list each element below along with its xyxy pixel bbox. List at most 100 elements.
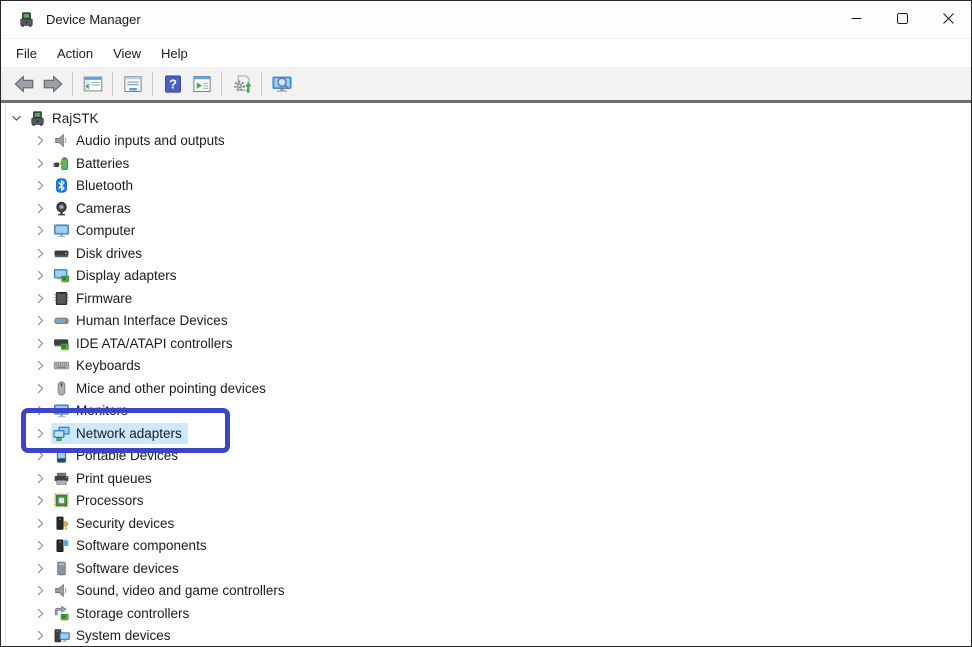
tree-item-software-devices[interactable]: Software devices bbox=[1, 557, 971, 580]
tree-item-processors[interactable]: Processors bbox=[1, 490, 971, 513]
tree-item-content: IDE ATA/ATAPI controllers bbox=[51, 333, 239, 354]
chevron-right-icon[interactable] bbox=[34, 493, 47, 509]
toolbar-help-button[interactable]: ? bbox=[159, 71, 186, 97]
tree-item-sound-video-and-game-controllers[interactable]: Sound, video and game controllers bbox=[1, 580, 971, 603]
tree-item-keyboards[interactable]: Keyboards bbox=[1, 355, 971, 378]
tree-item-content: Software components bbox=[51, 535, 213, 556]
chevron-right-icon[interactable] bbox=[34, 515, 47, 531]
tree-item-portable-devices[interactable]: Portable Devices bbox=[1, 445, 971, 468]
maximize-button[interactable] bbox=[879, 1, 925, 38]
disk-icon bbox=[53, 245, 70, 262]
toolbar-scan-hardware-changes-button[interactable] bbox=[228, 71, 255, 97]
tree-item-label: System devices bbox=[76, 628, 171, 643]
tree-item-content: Processors bbox=[51, 490, 150, 511]
tree-item-label: Bluetooth bbox=[76, 178, 133, 193]
tree-item-content: RajSTK bbox=[27, 108, 105, 129]
tree-item-storage-controllers[interactable]: Storage controllers bbox=[1, 602, 971, 625]
tree-item-content: Storage controllers bbox=[51, 603, 195, 624]
chevron-right-icon[interactable] bbox=[34, 155, 47, 171]
device-manager-icon bbox=[18, 11, 35, 28]
chevron-right-icon[interactable] bbox=[34, 223, 47, 239]
camera-icon bbox=[53, 200, 70, 217]
chevron-right-icon[interactable] bbox=[34, 538, 47, 554]
tree-item-content: Mice and other pointing devices bbox=[51, 378, 272, 399]
tree-item-software-components[interactable]: Software components bbox=[1, 535, 971, 558]
display-adapter-icon bbox=[53, 267, 70, 284]
chevron-right-icon[interactable] bbox=[34, 560, 47, 576]
tree-item-label: Network adapters bbox=[76, 426, 182, 441]
tree-item-mice-and-other-pointing-devices[interactable]: Mice and other pointing devices bbox=[1, 377, 971, 400]
tree-item-ide-ata-atapi-controllers[interactable]: IDE ATA/ATAPI controllers bbox=[1, 332, 971, 355]
menu-action[interactable]: Action bbox=[47, 43, 103, 64]
toolbar-back-button[interactable] bbox=[10, 71, 37, 97]
minimize-button[interactable] bbox=[833, 1, 879, 38]
tree-item-cameras[interactable]: Cameras bbox=[1, 197, 971, 220]
maximize-icon bbox=[897, 12, 908, 27]
chevron-right-icon[interactable] bbox=[34, 380, 47, 396]
toolbar-show-action-pane-button[interactable] bbox=[188, 71, 215, 97]
tree-item-label: Keyboards bbox=[76, 358, 141, 373]
ide-icon bbox=[53, 335, 70, 352]
keyboard-icon bbox=[53, 357, 70, 374]
tree-item-content: Software devices bbox=[51, 558, 185, 579]
menu-view[interactable]: View bbox=[103, 43, 151, 64]
tree-item-label: Computer bbox=[76, 223, 135, 238]
audio-icon bbox=[53, 132, 70, 149]
chevron-right-icon[interactable] bbox=[34, 403, 47, 419]
tree-item-content: Security devices bbox=[51, 513, 180, 534]
tree-item-content: Human Interface Devices bbox=[51, 310, 234, 331]
toolbar-separator bbox=[152, 72, 153, 96]
tree-item-label: Audio inputs and outputs bbox=[76, 133, 225, 148]
chevron-right-icon[interactable] bbox=[34, 245, 47, 261]
tree-item-batteries[interactable]: Batteries bbox=[1, 152, 971, 175]
tree-item-label: Firmware bbox=[76, 291, 132, 306]
tree-item-bluetooth[interactable]: Bluetooth bbox=[1, 175, 971, 198]
tree-item-label: Sound, video and game controllers bbox=[76, 583, 285, 598]
hid-icon bbox=[53, 312, 70, 329]
menu-help[interactable]: Help bbox=[151, 43, 198, 64]
tree-item-label: Human Interface Devices bbox=[76, 313, 228, 328]
tree-item-disk-drives[interactable]: Disk drives bbox=[1, 242, 971, 265]
toolbar-show-console-tree-button[interactable] bbox=[79, 71, 106, 97]
toolbar-device-search-button[interactable] bbox=[268, 71, 295, 97]
chevron-down-icon[interactable] bbox=[10, 110, 23, 126]
tree-item-security-devices[interactable]: Security devices bbox=[1, 512, 971, 535]
close-button[interactable] bbox=[925, 1, 971, 38]
toolbar-forward-button[interactable] bbox=[39, 71, 66, 97]
menu-file[interactable]: File bbox=[6, 43, 47, 64]
tree-item-computer[interactable]: Computer bbox=[1, 220, 971, 243]
chevron-right-icon[interactable] bbox=[34, 290, 47, 306]
chevron-right-icon[interactable] bbox=[34, 583, 47, 599]
chevron-right-icon[interactable] bbox=[34, 133, 47, 149]
chevron-right-icon[interactable] bbox=[34, 335, 47, 351]
tree-item-network-adapters[interactable]: Network adapters bbox=[1, 422, 971, 445]
scan-hardware-icon bbox=[232, 74, 252, 94]
chevron-right-icon[interactable] bbox=[34, 268, 47, 284]
tree-item-human-interface-devices[interactable]: Human Interface Devices bbox=[1, 310, 971, 333]
tree-item-display-adapters[interactable]: Display adapters bbox=[1, 265, 971, 288]
tree-item-system-devices[interactable]: System devices bbox=[1, 625, 971, 647]
toolbar: ? bbox=[1, 67, 971, 103]
tree-item-label: Software devices bbox=[76, 561, 179, 576]
chevron-right-icon[interactable] bbox=[34, 178, 47, 194]
chevron-right-icon[interactable] bbox=[34, 313, 47, 329]
chevron-right-icon[interactable] bbox=[34, 448, 47, 464]
bluetooth-icon bbox=[53, 177, 70, 194]
tree-item-firmware[interactable]: Firmware bbox=[1, 287, 971, 310]
tree-item-monitors[interactable]: Monitors bbox=[1, 400, 971, 423]
tree-item-print-queues[interactable]: Print queues bbox=[1, 467, 971, 490]
chevron-right-icon[interactable] bbox=[34, 470, 47, 486]
tree-item-content: Disk drives bbox=[51, 243, 148, 264]
chevron-right-icon[interactable] bbox=[34, 425, 47, 441]
tree-item-content: Firmware bbox=[51, 288, 138, 309]
chevron-right-icon[interactable] bbox=[34, 605, 47, 621]
tree-item-audio-inputs-and-outputs[interactable]: Audio inputs and outputs bbox=[1, 130, 971, 153]
toolbar-properties-button[interactable] bbox=[119, 71, 146, 97]
device-tree: RajSTK Audio inputs and outputs Batteries B… bbox=[1, 103, 971, 646]
chevron-right-icon[interactable] bbox=[34, 358, 47, 374]
tree-item-content: Cameras bbox=[51, 198, 137, 219]
processor-icon bbox=[53, 492, 70, 509]
chevron-right-icon[interactable] bbox=[34, 200, 47, 216]
tree-item-rajstk[interactable]: RajSTK bbox=[1, 107, 971, 130]
chevron-right-icon[interactable] bbox=[34, 628, 47, 644]
